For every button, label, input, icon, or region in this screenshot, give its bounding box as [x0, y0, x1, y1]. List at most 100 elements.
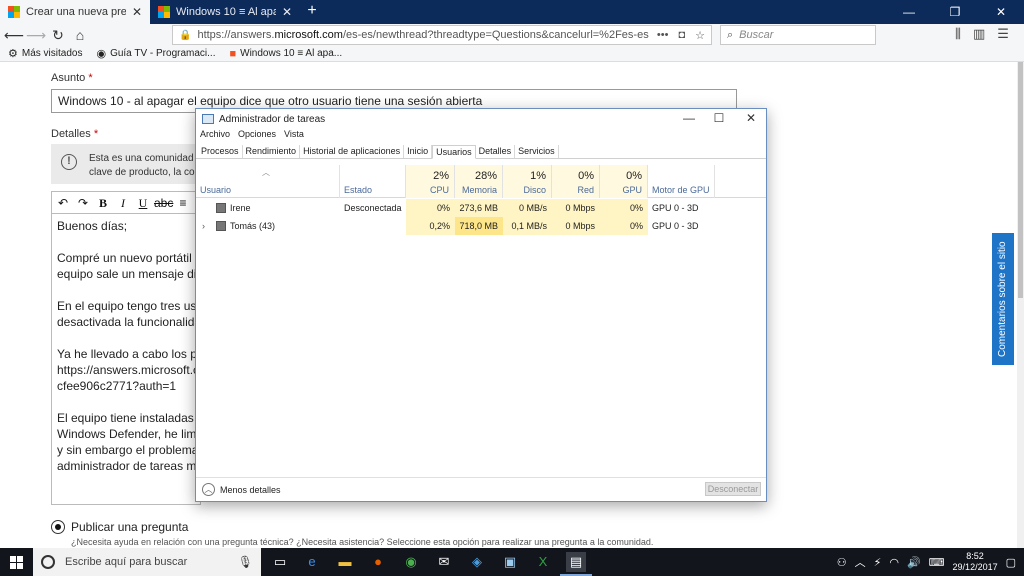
publish-question-option[interactable]: Publicar una pregunta	[51, 520, 188, 534]
tm-tabs: Procesos Rendimiento Historial de aplica…	[196, 145, 766, 159]
mail-icon[interactable]: ✉	[434, 552, 454, 572]
cortana-icon	[41, 555, 55, 569]
row-cpu: 0%	[406, 199, 455, 217]
col-motor-gpu[interactable]: Motor de GPU	[648, 165, 715, 198]
italic-button[interactable]: I	[114, 194, 132, 212]
col-estado[interactable]: Estado	[340, 165, 406, 198]
clock[interactable]: 8:52 29/12/2017	[953, 551, 998, 573]
tm-menu-bar: Archivo Opciones Vista	[196, 129, 312, 143]
tab-windows10-apagar[interactable]: Windows 10 ≡ Al apagar, otra ✕	[150, 0, 300, 24]
spreadsheet-icon[interactable]: X	[533, 552, 553, 572]
taskbar-search-input[interactable]: Escribe aquí para buscar 🎙	[33, 548, 261, 576]
fewer-details-button[interactable]: ︿ Menos detalles	[202, 483, 281, 496]
tab-title: Windows 10 ≡ Al apagar, otra	[176, 6, 276, 18]
menu-archivo[interactable]: Archivo	[200, 129, 230, 143]
tm-close-icon[interactable]: ✕	[736, 111, 766, 125]
row-gpu: 0%	[600, 217, 648, 235]
tab-historial[interactable]: Historial de aplicaciones	[300, 145, 405, 158]
strikethrough-button[interactable]: abc	[154, 194, 173, 212]
url-bar[interactable]: 🔒 https://answers.microsoft.com/es-es/ne…	[172, 25, 712, 45]
forward-icon[interactable]: ⟶	[26, 26, 46, 44]
task-manager-taskbar-icon[interactable]: ▤	[560, 552, 592, 576]
page-scrollbar[interactable]	[1017, 62, 1024, 548]
close-tab-icon[interactable]: ✕	[282, 5, 292, 19]
tab-crear-pregunta[interactable]: Crear una nueva pregunta o in ✕	[0, 0, 150, 24]
library-icon[interactable]: ⫼	[955, 26, 961, 42]
align-left-icon[interactable]: ≡	[174, 194, 192, 212]
bookmark-windows10[interactable]: ■ Windows 10 ≡ Al apa...	[229, 48, 342, 60]
edge-icon[interactable]: e	[302, 552, 322, 572]
back-icon[interactable]: ⟵	[4, 26, 24, 44]
pocket-icon[interactable]: ◘	[678, 29, 685, 42]
menu-vista[interactable]: Vista	[284, 129, 304, 143]
user-icon	[216, 221, 226, 231]
col-memoria[interactable]: 28% Memoria	[455, 165, 503, 198]
input-language-icon[interactable]: ⌨	[929, 556, 945, 569]
col-red[interactable]: 0% Red	[552, 165, 600, 198]
feedback-tab[interactable]: Comentarios sobre el sitio	[992, 233, 1014, 365]
sidebar-icon[interactable]: ▥	[973, 26, 985, 42]
disconnect-button[interactable]: Desconectar	[705, 482, 761, 496]
col-disco[interactable]: 1% Disco	[503, 165, 552, 198]
col-cpu[interactable]: 2% CPU	[406, 165, 455, 198]
tab-inicio[interactable]: Inicio	[404, 145, 433, 158]
wifi-icon[interactable]: ◠	[889, 556, 899, 569]
home-icon[interactable]: ⌂	[70, 26, 90, 44]
scrollbar-thumb[interactable]	[1018, 62, 1023, 298]
network-icon[interactable]: ⚡	[874, 556, 882, 569]
bold-button[interactable]: B	[94, 194, 112, 212]
chevron-up-icon[interactable]: ︿	[855, 554, 866, 570]
editor-paragraph: Buenos días;	[57, 218, 195, 234]
chevron-right-icon[interactable]: ›	[202, 217, 205, 235]
editor-line: desactivada la funcionalidad de	[57, 315, 201, 329]
tab-detalles[interactable]: Detalles	[476, 145, 516, 158]
tm-column-headers: ︿ Usuario Estado 2% CPU 28% Memoria 1% Disc…	[196, 165, 766, 198]
photos-icon[interactable]: ▣	[500, 552, 520, 572]
tab-servicios[interactable]: Servicios	[515, 145, 559, 158]
undo-icon[interactable]: ↶	[54, 194, 72, 212]
browser-tab-bar: Crear una nueva pregunta o in ✕ Windows …	[0, 0, 1024, 24]
people-icon[interactable]: ⚇	[837, 556, 847, 569]
app-icon[interactable]: ◈	[467, 552, 487, 572]
firefox-icon[interactable]: ●	[368, 552, 388, 572]
volume-icon[interactable]: 🔊	[907, 556, 921, 569]
editor-paragraph: Compré un nuevo portátil de la equipo sal…	[57, 250, 200, 282]
reload-icon[interactable]: ↻	[48, 26, 68, 44]
col-gpu[interactable]: 0% GPU	[600, 165, 648, 198]
table-row[interactable]: Irene Desconectada 0% 273,6 MB 0 MB/s 0 …	[196, 199, 766, 217]
menu-opciones[interactable]: Opciones	[238, 129, 276, 143]
close-window-icon[interactable]: ✕	[978, 0, 1024, 24]
editor-line: Ya he llevado a cabo los pasos d	[57, 347, 200, 361]
tab-procesos[interactable]: Procesos	[198, 145, 243, 158]
minimize-icon[interactable]: —	[886, 0, 932, 24]
task-view-icon[interactable]: ▭	[270, 552, 290, 572]
tab-usuarios[interactable]: Usuarios	[432, 145, 476, 159]
notifications-icon[interactable]: ▢	[1006, 556, 1016, 569]
new-tab-button[interactable]: +	[302, 2, 322, 20]
windows-start-icon[interactable]	[0, 548, 32, 576]
tm-minimize-icon[interactable]: —	[674, 111, 704, 125]
microphone-icon[interactable]: 🎙	[238, 555, 253, 569]
close-tab-icon[interactable]: ✕	[132, 5, 142, 19]
page-actions-icon[interactable]: •••	[657, 29, 669, 42]
row-gpu-engine: GPU 0 - 3D	[652, 203, 699, 213]
editor-line: equipo sale un mensaje diciend	[57, 267, 200, 281]
tm-maximize-icon[interactable]: ☐	[704, 111, 734, 125]
chevron-up-icon: ︿	[202, 483, 215, 496]
tab-rendimiento[interactable]: Rendimiento	[243, 145, 301, 158]
col-usuario[interactable]: ︿ Usuario	[196, 165, 340, 198]
radio-help-text: ¿Necesita ayuda en relación con una preg…	[71, 537, 654, 547]
menu-icon[interactable]: ☰	[997, 26, 1009, 42]
underline-button[interactable]: U	[134, 194, 152, 212]
table-row[interactable]: › Tomás (43) 0,2% 718,0 MB 0,1 MB/s 0 Mb…	[196, 217, 766, 235]
details-editor[interactable]: Buenos días; Compré un nuevo portátil de …	[51, 213, 201, 505]
restore-icon[interactable]: ❐	[932, 0, 978, 24]
redo-icon[interactable]: ↷	[74, 194, 92, 212]
bookmark-star-icon[interactable]: ☆	[695, 29, 705, 42]
file-explorer-icon[interactable]: ▬	[335, 552, 355, 572]
radio-selected[interactable]	[51, 520, 65, 534]
search-input[interactable]: ⌕ Buscar	[720, 25, 876, 45]
chrome-icon[interactable]: ◉	[401, 552, 421, 572]
bookmark-guia-tv[interactable]: ◉ Guía TV - Programaci...	[96, 47, 215, 60]
bookmark-mas-visitados[interactable]: ⚙ Más visitados	[8, 47, 82, 60]
